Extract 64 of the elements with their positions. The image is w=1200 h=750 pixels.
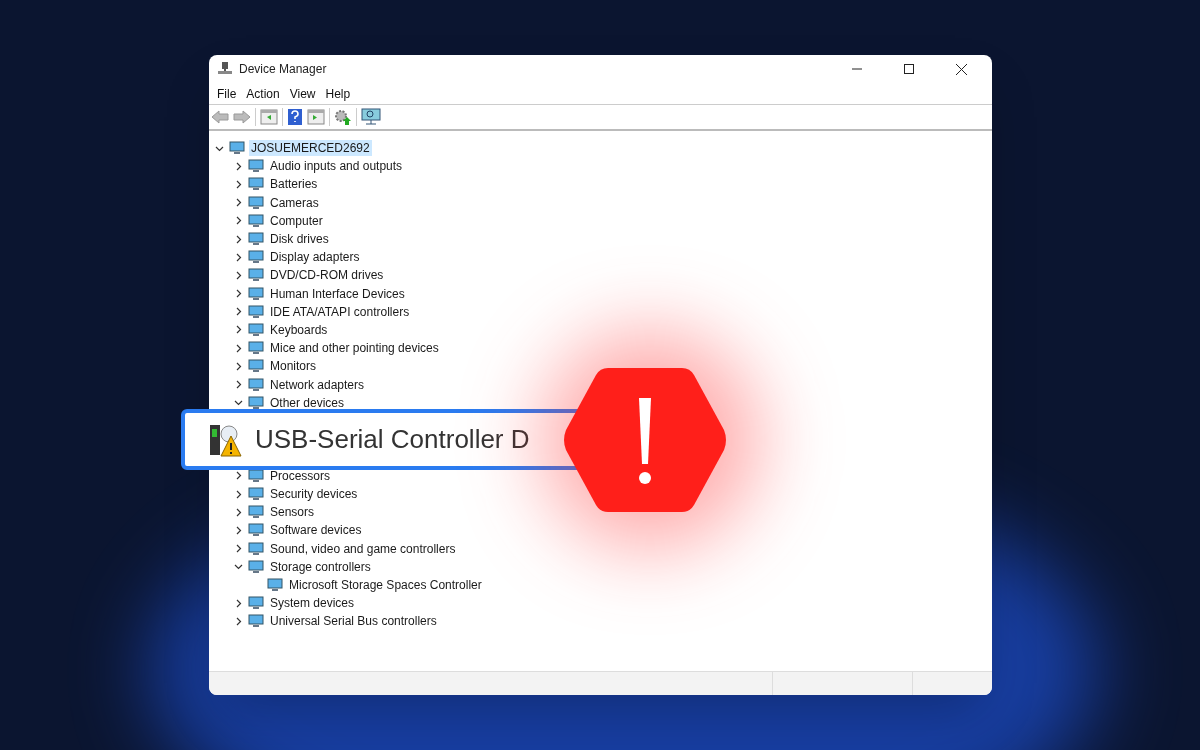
menu-item[interactable]: Action bbox=[241, 83, 285, 104]
device-icon bbox=[248, 522, 264, 539]
tree-item[interactable]: Mice and other pointing devices bbox=[268, 340, 441, 357]
device-icon bbox=[248, 504, 264, 521]
maximize-icon bbox=[904, 64, 914, 74]
device-icon bbox=[248, 249, 264, 266]
device-icon bbox=[248, 486, 264, 503]
tree-item[interactable]: IDE ATA/ATAPI controllers bbox=[268, 303, 412, 320]
tree-item[interactable]: Sensors bbox=[268, 504, 317, 521]
back-arrow-icon[interactable] bbox=[211, 110, 229, 124]
device-icon bbox=[248, 558, 264, 575]
device-icon bbox=[248, 303, 264, 320]
tree-item[interactable]: Software devices bbox=[268, 522, 364, 539]
tree-item[interactable]: Computer bbox=[268, 212, 325, 229]
tree-item[interactable]: Other devices bbox=[268, 394, 347, 411]
device-icon bbox=[248, 394, 264, 411]
tree-item[interactable]: Disk drives bbox=[268, 231, 331, 248]
tree-item[interactable]: Network adapters bbox=[268, 376, 367, 393]
tree-item[interactable]: Security devices bbox=[268, 486, 360, 503]
computer-network-icon bbox=[217, 61, 233, 77]
device-icon bbox=[248, 467, 264, 484]
tree-item[interactable]: System devices bbox=[268, 595, 357, 612]
window-title: Device Manager bbox=[239, 61, 327, 78]
tree-item[interactable]: JOSUEMERCED2692 bbox=[249, 140, 372, 157]
tree-item[interactable]: Audio inputs and outputs bbox=[268, 158, 405, 175]
tree-item[interactable]: Universal Serial Bus controllers bbox=[268, 613, 439, 630]
device-icon bbox=[248, 176, 264, 193]
tree-item[interactable]: Microsoft Storage Spaces Controller bbox=[287, 577, 484, 594]
close-icon bbox=[955, 63, 967, 75]
device-icon bbox=[248, 285, 264, 302]
tree-item[interactable]: Batteries bbox=[268, 176, 320, 193]
collapse-chevron-icon[interactable] bbox=[233, 398, 243, 408]
tree-item[interactable]: Monitors bbox=[268, 358, 318, 375]
monitor-scan-icon[interactable] bbox=[361, 108, 381, 126]
tree-item[interactable]: Display adapters bbox=[268, 249, 362, 266]
device-name: USB-Serial Controller D bbox=[255, 423, 530, 456]
tree-item[interactable]: Human Interface Devices bbox=[268, 285, 407, 302]
menu-item[interactable]: Help bbox=[320, 83, 356, 104]
device-icon bbox=[248, 340, 264, 357]
device-icon bbox=[267, 577, 283, 594]
menu-item[interactable]: File bbox=[212, 83, 242, 104]
device-icon bbox=[248, 540, 264, 557]
tree-item[interactable]: DVD/CD-ROM drives bbox=[268, 267, 386, 284]
tree-item[interactable]: Processors bbox=[268, 467, 333, 484]
device-icon bbox=[248, 595, 264, 612]
device-icon bbox=[248, 376, 264, 393]
tree-item[interactable]: Keyboards bbox=[268, 321, 330, 338]
forward-arrow-icon[interactable] bbox=[233, 110, 251, 124]
device-icon bbox=[229, 140, 245, 157]
device-icon bbox=[248, 158, 264, 175]
help-icon[interactable] bbox=[287, 108, 303, 126]
tree-item[interactable]: Sound, video and game controllers bbox=[268, 540, 458, 557]
device-icon bbox=[248, 613, 264, 630]
gear-update-icon[interactable] bbox=[334, 108, 352, 126]
device-icon bbox=[248, 267, 264, 284]
menu-item[interactable]: View bbox=[284, 83, 321, 104]
device-icon bbox=[248, 231, 264, 248]
device-icon bbox=[248, 212, 264, 229]
tree-item[interactable]: Storage controllers bbox=[268, 558, 373, 575]
device-icon bbox=[248, 358, 264, 375]
collapse-chevron-icon[interactable] bbox=[233, 562, 243, 572]
device-icon bbox=[248, 321, 264, 338]
device-icon bbox=[248, 194, 264, 211]
tree-item[interactable]: Cameras bbox=[268, 194, 321, 211]
